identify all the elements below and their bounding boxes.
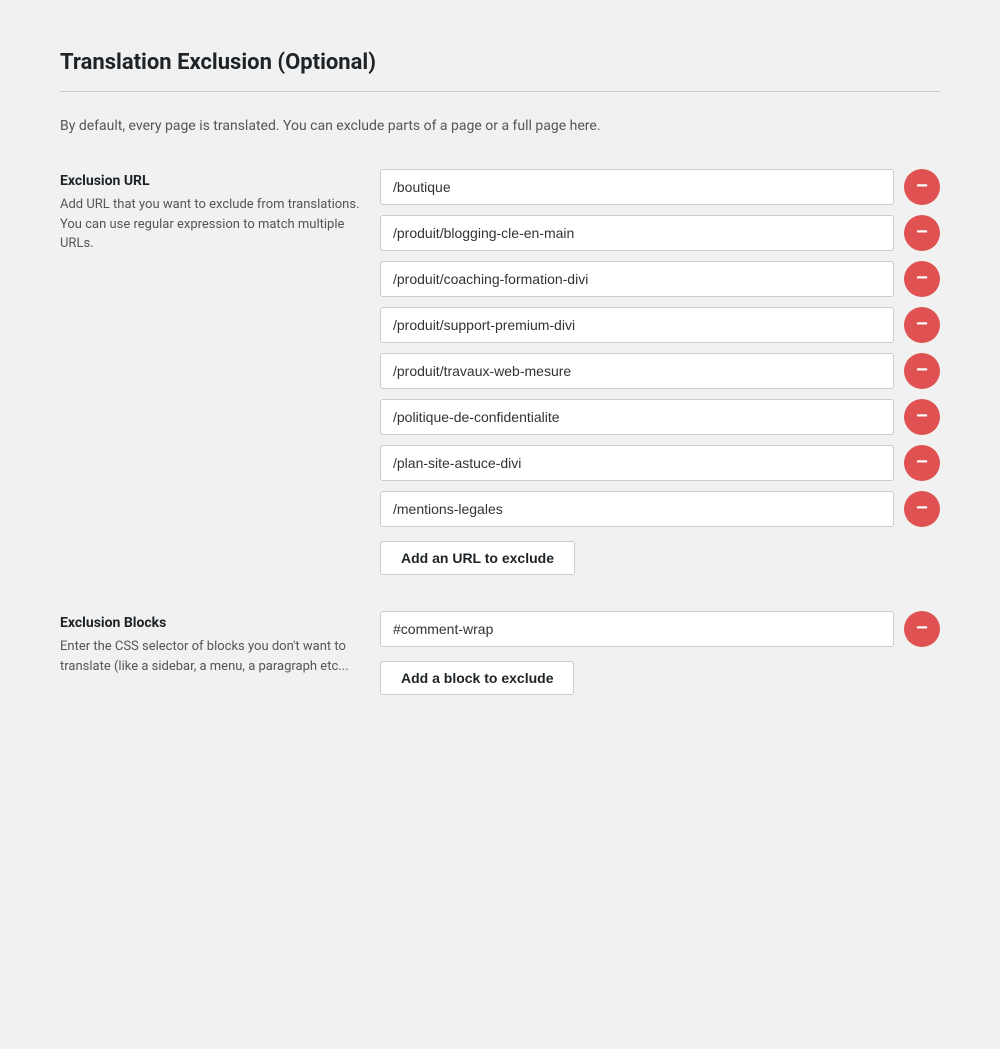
url-row: −: [380, 215, 940, 251]
url-input-1[interactable]: [380, 215, 894, 251]
block-section-label: Exclusion Blocks Enter the CSS selector …: [60, 611, 380, 676]
minus-icon: −: [916, 452, 928, 472]
url-input-4[interactable]: [380, 353, 894, 389]
url-section: Exclusion URL Add URL that you want to e…: [60, 169, 940, 575]
url-section-title: Exclusion URL: [60, 173, 360, 189]
add-block-button[interactable]: Add a block to exclude: [380, 661, 574, 695]
url-row: −: [380, 491, 940, 527]
minus-icon: −: [916, 176, 928, 196]
url-row: −: [380, 445, 940, 481]
block-section-content: − Add a block to exclude: [380, 611, 940, 695]
url-section-content: − − − − − − − − Add an URL to exclude: [380, 169, 940, 575]
block-section-title: Exclusion Blocks: [60, 615, 360, 631]
remove-url-button-0[interactable]: −: [904, 169, 940, 205]
url-row: −: [380, 399, 940, 435]
url-input-6[interactable]: [380, 445, 894, 481]
remove-url-button-3[interactable]: −: [904, 307, 940, 343]
minus-icon: −: [916, 268, 928, 288]
url-input-5[interactable]: [380, 399, 894, 435]
block-section: Exclusion Blocks Enter the CSS selector …: [60, 611, 940, 695]
url-row: −: [380, 307, 940, 343]
url-input-0[interactable]: [380, 169, 894, 205]
remove-url-button-7[interactable]: −: [904, 491, 940, 527]
section-divider: [60, 91, 940, 92]
url-row: −: [380, 169, 940, 205]
url-input-7[interactable]: [380, 491, 894, 527]
url-input-2[interactable]: [380, 261, 894, 297]
url-input-3[interactable]: [380, 307, 894, 343]
block-input-0[interactable]: [380, 611, 894, 647]
minus-icon: −: [916, 498, 928, 518]
block-row: −: [380, 611, 940, 647]
remove-block-button-0[interactable]: −: [904, 611, 940, 647]
page-container: Translation Exclusion (Optional) By defa…: [30, 30, 970, 751]
page-description: By default, every page is translated. Yo…: [60, 116, 940, 137]
minus-icon: −: [916, 618, 928, 638]
url-row: −: [380, 353, 940, 389]
minus-icon: −: [916, 314, 928, 334]
add-url-button[interactable]: Add an URL to exclude: [380, 541, 575, 575]
url-section-desc: Add URL that you want to exclude from tr…: [60, 195, 360, 254]
remove-url-button-6[interactable]: −: [904, 445, 940, 481]
url-row: −: [380, 261, 940, 297]
page-title: Translation Exclusion (Optional): [60, 50, 940, 75]
remove-url-button-5[interactable]: −: [904, 399, 940, 435]
remove-url-button-4[interactable]: −: [904, 353, 940, 389]
block-section-desc: Enter the CSS selector of blocks you don…: [60, 637, 360, 676]
remove-url-button-2[interactable]: −: [904, 261, 940, 297]
remove-url-button-1[interactable]: −: [904, 215, 940, 251]
minus-icon: −: [916, 406, 928, 426]
minus-icon: −: [916, 222, 928, 242]
url-section-label: Exclusion URL Add URL that you want to e…: [60, 169, 380, 254]
minus-icon: −: [916, 360, 928, 380]
